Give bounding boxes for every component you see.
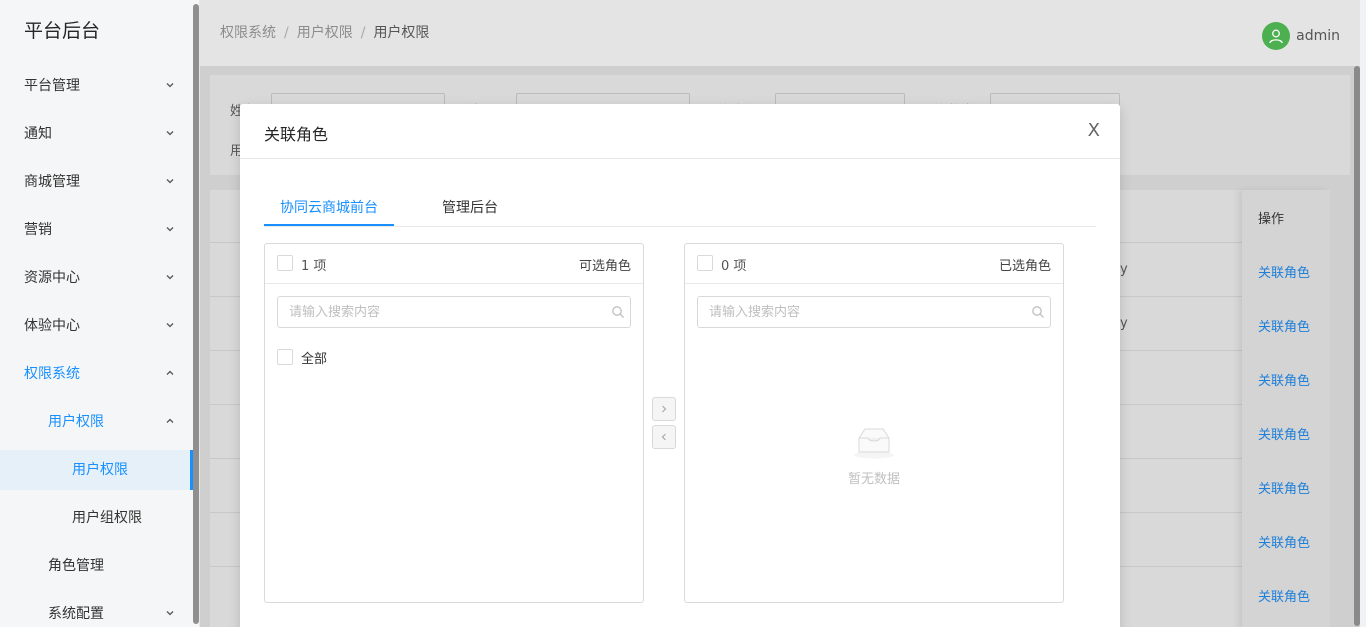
breadcrumb-item[interactable]: 权限系统 [220,25,276,41]
user-icon [1269,29,1283,44]
right-count: 0 项 [721,259,747,274]
sidebar-item-label: 平台管理 [24,78,80,94]
chevron-down-icon [165,590,175,627]
left-count: 1 项 [301,259,327,274]
modal-tabs: 协同云商城前台 管理后台 [264,188,1096,227]
link-associate-role[interactable]: 关联角色 [1258,478,1310,497]
table-op-column [1242,190,1330,627]
close-icon[interactable]: X [1088,120,1100,141]
move-left-button[interactable] [652,425,676,449]
right-title: 已选角色 [998,259,1051,274]
sidebar-item-experience[interactable]: 体验中心 [0,302,199,350]
sidebar-item-label: 用户组权限 [72,510,142,526]
page-scrollbar[interactable] [1354,66,1360,626]
sidebar-item-user-permission[interactable]: 用户权限 [0,450,199,490]
user-menu[interactable]: admin [1262,22,1340,50]
username[interactable]: admin [1296,28,1340,44]
table-cell-truncated: y [1120,316,1128,331]
empty-inbox-icon [854,428,894,459]
sidebar-item-label: 体验中心 [24,318,80,334]
modal-header: 关联角色 X [240,104,1120,159]
sidebar-item-notice[interactable]: 通知 [0,110,199,158]
breadcrumb-current: 用户权限 [373,25,430,41]
chevron-up-icon [165,398,175,446]
chevron-down-icon [165,158,175,206]
table-cell-truncated: y [1120,262,1128,277]
chevron-down-icon [165,254,175,302]
chevron-down-icon [165,62,175,110]
sidebar: 平台后台 平台管理 通知 商城管理 营销 资源中心 体验中心 权限系统 用户权限… [0,0,200,627]
left-title: 可选角色 [578,259,631,274]
tab-active-indicator [264,224,394,226]
chevron-down-icon [165,110,175,158]
sidebar-item-system-config[interactable]: 系统配置 [0,590,199,627]
link-associate-role[interactable]: 关联角色 [1258,370,1310,389]
sidebar-item-permission-system[interactable]: 权限系统 [0,350,199,398]
link-associate-role[interactable]: 关联角色 [1258,262,1310,281]
sidebar-item-user-group-permission[interactable]: 用户组权限 [0,494,199,542]
avatar[interactable] [1262,22,1291,50]
transfer-right-header: 0 项 已选角色 [685,244,1063,284]
sidebar-item-label: 营销 [24,222,52,238]
transfer-left-panel: 1 项 可选角色 全部 [264,243,644,603]
tab-admin-backend[interactable]: 管理后台 [442,197,498,217]
table-op-header: 操作 [1258,212,1285,227]
tab-mall-frontend[interactable]: 协同云商城前台 [280,197,378,217]
left-item-checkbox[interactable] [277,349,293,365]
chevron-down-icon [165,206,175,254]
transfer-right-panel: 0 项 已选角色 暂无数据 [684,243,1064,603]
chevron-up-icon [165,350,175,398]
select-all-left-checkbox[interactable] [277,255,293,271]
link-associate-role[interactable]: 关联角色 [1258,424,1310,443]
search-icon [1032,306,1044,318]
sidebar-item-platform[interactable]: 平台管理 [0,62,199,110]
modal-title: 关联角色 [264,125,329,144]
empty-text: 暂无数据 [847,472,900,487]
empty-state: 暂无数据 [685,424,1063,487]
sidebar-item-label: 资源中心 [24,270,80,286]
transfer-left-header: 1 项 可选角色 [265,244,643,284]
sidebar-item-label: 系统配置 [48,606,104,622]
link-associate-role[interactable]: 关联角色 [1258,586,1310,605]
link-associate-role[interactable]: 关联角色 [1258,532,1310,551]
sidebar-item-label: 用户权限 [48,414,104,430]
sidebar-item-mall[interactable]: 商城管理 [0,158,199,206]
left-item-label[interactable]: 全部 [301,348,327,367]
sidebar-item-label: 用户权限 [72,462,128,478]
breadcrumb: 权限系统 / 用户权限 / 用户权限 [220,25,430,41]
sidebar-item-label: 权限系统 [24,366,80,382]
associate-role-modal: 关联角色 X 协同云商城前台 管理后台 1 项 可选角色 全部 0 项 已选角色 [240,104,1120,627]
search-icon [612,306,624,318]
chevron-right-icon [662,405,667,413]
move-right-button[interactable] [652,397,676,421]
select-all-right-checkbox[interactable] [697,255,713,271]
sidebar-item-resources[interactable]: 资源中心 [0,254,199,302]
brand-title: 平台后台 [24,20,101,42]
header: 权限系统 / 用户权限 / 用户权限 admin [200,0,1360,66]
sidebar-scrollbar[interactable] [193,4,199,624]
sidebar-item-role-management[interactable]: 角色管理 [0,542,199,590]
chevron-left-icon [661,433,666,441]
sidebar-item-label: 商城管理 [24,174,80,190]
sidebar-item-label: 角色管理 [48,558,104,574]
breadcrumb-item[interactable]: 用户权限 [297,25,353,41]
link-associate-role[interactable]: 关联角色 [1258,316,1310,335]
right-search-input[interactable] [697,296,1051,328]
sidebar-item-user-permission-group[interactable]: 用户权限 [0,398,199,446]
sidebar-item-label: 通知 [24,126,52,142]
left-search-input[interactable] [277,296,631,328]
sidebar-item-marketing[interactable]: 营销 [0,206,199,254]
chevron-down-icon [165,302,175,350]
